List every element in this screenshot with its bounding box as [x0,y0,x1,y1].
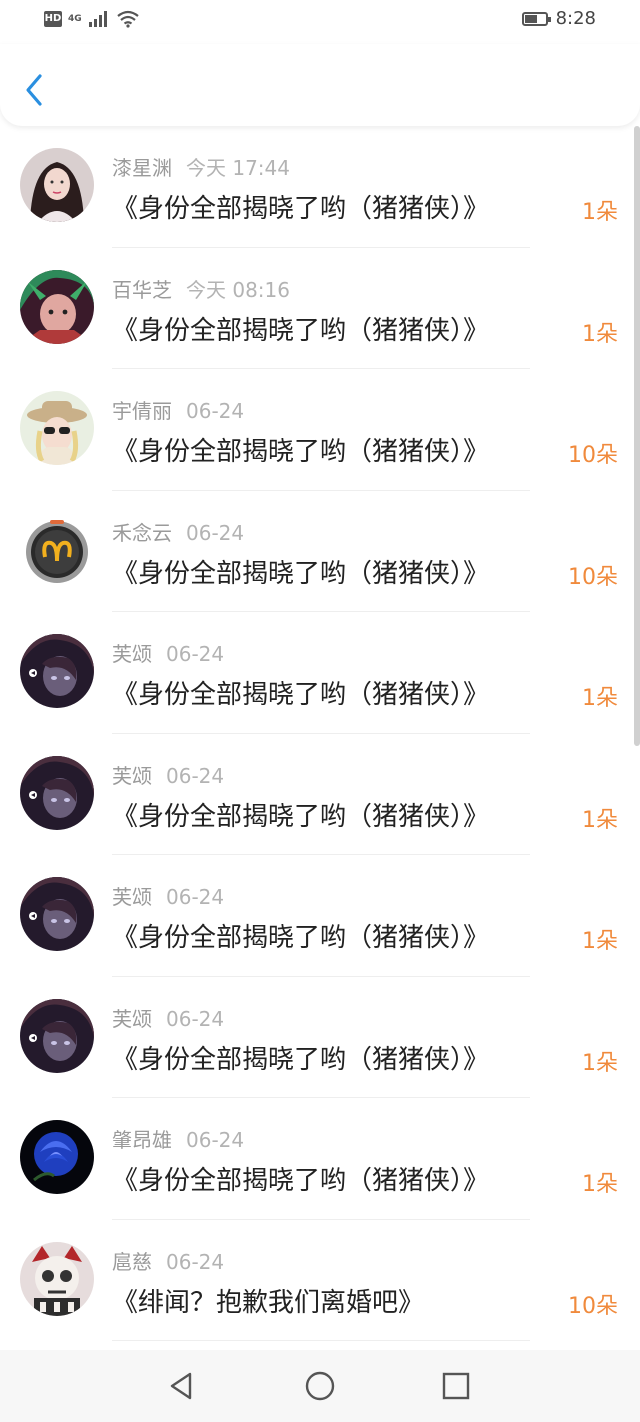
chevron-left-icon [26,74,42,106]
avatar[interactable] [20,877,94,951]
item-meta: 芙颂 06-24 [112,881,224,910]
book-title[interactable]: 《身份全部揭晓了哟（猪猪侠）》 [112,431,489,468]
system-home-button[interactable] [304,1370,336,1402]
flower-count: 1朵 [582,1172,618,1197]
book-title[interactable]: 《身份全部揭晓了哟（猪猪侠）》 [112,917,489,954]
book-title[interactable]: 《身份全部揭晓了哟（猪猪侠）》 [112,1160,489,1197]
sender-name[interactable]: 禾念云 [112,521,172,545]
flower-count: 10朵 [568,564,618,590]
list-item[interactable]: 肇昂雄 06-24 《身份全部揭晓了哟（猪猪侠）》 1朵 [0,1098,640,1220]
avatar[interactable] [20,269,94,344]
sender-name[interactable]: 芙颂 [112,642,152,666]
item-meta: 漆星渊 今天 17:44 [112,152,290,181]
sender-name[interactable]: 扈慈 [112,1250,152,1274]
flower-count: 10朵 [568,443,618,468]
sender-name[interactable]: 百华芝 [112,278,172,302]
circle-home-icon [305,1371,335,1401]
item-meta: 肇昂雄 06-24 [112,1124,244,1153]
book-title[interactable]: 《身份全部揭晓了哟（猪猪侠）》 [112,674,489,711]
square-recents-icon [442,1372,470,1400]
book-title[interactable]: 《身份全部揭晓了哟（猪猪侠）》 [112,796,489,833]
timestamp: 今天 17:44 [186,156,290,180]
system-back-button[interactable] [166,1370,198,1402]
timestamp: 06-24 [166,1006,225,1031]
avatar[interactable] [20,1241,94,1316]
item-meta: 扈慈 06-24 [112,1246,224,1275]
list-item[interactable]: 漆星渊 今天 17:44 《身份全部揭晓了哟（猪猪侠）》 1朵 [0,126,640,248]
triangle-back-icon [170,1372,192,1400]
divider [112,1340,530,1341]
timestamp: 06-24 [166,763,225,788]
battery-icon [521,11,551,26]
sender-name[interactable]: 芙颂 [112,764,152,788]
list-item[interactable]: 扈慈 06-24 《绯闻？抱歉我们离婚吧》 10朵 [0,1220,640,1341]
item-meta: 芙颂 06-24 [112,638,224,667]
avatar[interactable] [20,634,94,708]
list-item[interactable]: 芙颂 06-24 《身份全部揭晓了哟（猪猪侠）》 1朵 [0,734,640,855]
status-time: 8:28 [555,8,596,29]
book-title[interactable]: 《身份全部揭晓了哟（猪猪侠）》 [112,553,489,590]
avatar[interactable] [20,391,94,465]
flower-count: 1朵 [582,929,618,954]
sender-name[interactable]: 肇昂雄 [112,1128,172,1152]
item-meta: 百华芝 今天 08:16 [112,274,290,303]
item-meta: 芙颂 06-24 [112,760,224,789]
status-left: HD 4G [44,10,140,28]
system-nav-bar [0,1350,640,1422]
back-button[interactable] [18,70,52,110]
avatar[interactable] [20,998,94,1073]
sender-name[interactable]: 芙颂 [112,1007,152,1031]
timestamp: 06-24 [186,520,245,545]
item-meta: 禾念云 06-24 [112,517,244,546]
avatar[interactable] [20,1120,94,1194]
flower-count: 1朵 [582,807,618,833]
timestamp: 06-24 [186,399,245,423]
timestamp: 06-24 [166,885,225,909]
status-bar: HD 4G 8:28 [0,0,640,44]
list-item[interactable]: 百华芝 今天 08:16 《身份全部揭晓了哟（猪猪侠）》 1朵 [0,248,640,369]
top-nav [0,44,640,126]
avatar[interactable] [20,148,94,222]
hd-badge: HD [44,11,62,27]
book-title[interactable]: 《绯闻？抱歉我们离婚吧》 [112,1282,424,1319]
status-right: 8:28 [521,8,596,29]
network-label: 4G [68,13,82,24]
timestamp: 06-24 [166,1249,225,1274]
list-item[interactable]: 芙颂 06-24 《身份全部揭晓了哟（猪猪侠）》 1朵 [0,612,640,734]
list-item[interactable]: 禾念云 06-24 《身份全部揭晓了哟（猪猪侠）》 10朵 [0,491,640,612]
list-item[interactable]: 芙颂 06-24 《身份全部揭晓了哟（猪猪侠）》 1朵 [0,977,640,1098]
item-meta: 宇倩丽 06-24 [112,395,244,424]
book-title[interactable]: 《身份全部揭晓了哟（猪猪侠）》 [112,310,489,347]
sender-name[interactable]: 漆星渊 [112,156,172,180]
flower-count: 10朵 [568,1293,618,1319]
book-title[interactable]: 《身份全部揭晓了哟（猪猪侠）》 [112,1039,489,1076]
sender-name[interactable]: 宇倩丽 [112,399,172,423]
avatar[interactable] [20,755,94,830]
list-item[interactable]: 宇倩丽 06-24 《身份全部揭晓了哟（猪猪侠）》 10朵 [0,369,640,491]
timestamp: 06-24 [186,1128,245,1152]
sender-name[interactable]: 芙颂 [112,885,152,909]
wifi-icon [116,10,139,28]
system-recents-button[interactable] [440,1370,472,1402]
flower-count: 1朵 [582,1050,618,1076]
flower-count: 1朵 [582,686,618,711]
timestamp: 今天 08:16 [186,277,290,302]
flower-count: 1朵 [582,321,618,347]
flower-count: 1朵 [582,200,618,225]
signal-icon [88,11,107,27]
flower-gift-list[interactable]: 漆星渊 今天 17:44 《身份全部揭晓了哟（猪猪侠）》 1朵 百华芝 今天 08:16 《… [0,126,640,1350]
book-title[interactable]: 《身份全部揭晓了哟（猪猪侠）》 [112,188,489,225]
avatar[interactable] [20,512,94,587]
list-item[interactable]: 芙颂 06-24 《身份全部揭晓了哟（猪猪侠）》 1朵 [0,855,640,977]
timestamp: 06-24 [166,642,225,666]
item-meta: 芙颂 06-24 [112,1003,224,1032]
